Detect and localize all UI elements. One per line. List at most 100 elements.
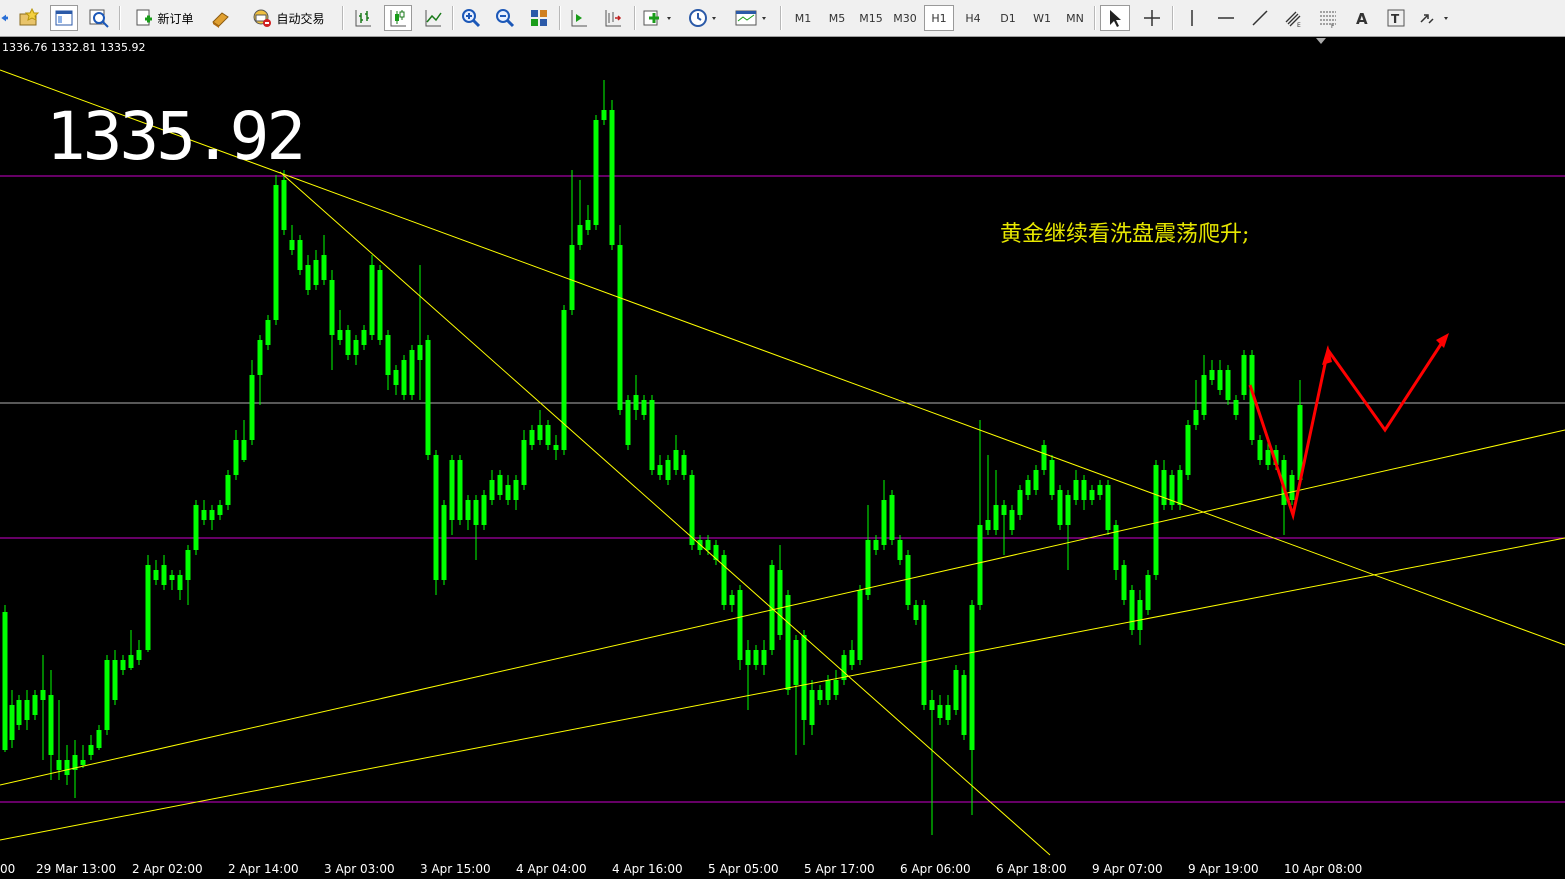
profiles-icon[interactable] [50, 5, 78, 31]
timeframe-m15-button[interactable]: M15 [856, 5, 886, 31]
new-order-button[interactable]: 新订单 [127, 5, 201, 31]
bear-candle [881, 500, 887, 545]
horizontal-line-icon[interactable] [1212, 5, 1240, 31]
fibonacci-icon[interactable]: F [1314, 5, 1342, 31]
bear-candle [289, 240, 295, 250]
bear-candle [649, 400, 655, 470]
bear-candle [88, 745, 94, 755]
trendline-icon[interactable] [1246, 5, 1274, 31]
zoom-chart-icon[interactable] [86, 5, 112, 31]
cursor-icon[interactable] [1100, 5, 1130, 31]
bear-candle [305, 265, 311, 290]
bear-candle [633, 395, 639, 410]
chart-shift-icon[interactable] [600, 5, 626, 31]
bear-candle [401, 360, 407, 395]
timeframe-h4-button[interactable]: H4 [958, 5, 988, 31]
tile-windows-icon[interactable] [526, 5, 552, 31]
bear-candle [809, 690, 815, 725]
zoom-in-icon[interactable] [458, 5, 484, 31]
bear-candle [833, 680, 839, 695]
forecast-arrowhead [1436, 333, 1449, 348]
back-arrow-icon[interactable] [0, 5, 12, 31]
bear-candle [48, 695, 54, 755]
timeframe-m5-button[interactable]: M5 [822, 5, 852, 31]
x-tick-label: 9 Apr 07:00 [1092, 862, 1163, 876]
bear-candle [241, 440, 247, 460]
bear-candle [801, 635, 807, 720]
bear-candle [425, 340, 431, 455]
bear-candle [1033, 470, 1039, 490]
bear-candle [529, 430, 535, 445]
x-tick-label: 2 Apr 02:00 [132, 862, 203, 876]
x-tick-label: 4 Apr 04:00 [516, 862, 587, 876]
bear-candle [1161, 470, 1167, 505]
bear-candle [601, 110, 607, 120]
text-label-icon[interactable]: T [1382, 5, 1410, 31]
bear-candle [953, 670, 959, 710]
x-tick-label: 29 Mar 13:00 [36, 862, 117, 876]
metaeditor-icon[interactable] [208, 5, 234, 31]
bear-candle [1017, 490, 1023, 515]
x-tick-label: 9 Apr 19:00 [1188, 862, 1259, 876]
bear-candle [457, 460, 463, 520]
bear-candle [385, 335, 391, 375]
timeframe-d1-button[interactable]: D1 [993, 5, 1023, 31]
timeframe-m30-button[interactable]: M30 [890, 5, 920, 31]
bear-candle [112, 660, 118, 700]
bear-candle [473, 500, 479, 525]
bear-candle [961, 675, 967, 735]
bear-candle [161, 565, 167, 585]
timeframe-m1-button[interactable]: M1 [788, 5, 818, 31]
favorites-icon[interactable] [16, 5, 42, 31]
zoom-out-icon[interactable] [492, 5, 518, 31]
bear-candle [993, 505, 999, 530]
x-tick-label: 10 Apr 08:00 [1284, 862, 1363, 876]
periods-icon[interactable] [684, 5, 724, 31]
timeframe-mn-button[interactable]: MN [1060, 5, 1090, 31]
bear-candle [721, 555, 727, 605]
bar-chart-icon[interactable] [350, 5, 376, 31]
bear-candle [329, 280, 335, 335]
bear-candle [481, 495, 487, 525]
bear-candle [128, 655, 134, 668]
new-order-icon [136, 9, 153, 26]
line-chart-icon[interactable] [420, 5, 446, 31]
bear-candle [1241, 355, 1247, 395]
timeframe-h1-button[interactable]: H1 [924, 5, 954, 31]
bear-candle [841, 655, 847, 680]
autoscroll-icon[interactable] [566, 5, 592, 31]
equidistant-channel-icon[interactable]: E [1280, 5, 1308, 31]
bear-candle [409, 350, 415, 395]
bear-candle [929, 700, 935, 710]
bear-candle [1289, 475, 1295, 500]
bear-candle [273, 185, 279, 320]
bear-candle [1217, 370, 1223, 390]
indicators-icon[interactable] [640, 5, 676, 31]
bear-candle [2, 612, 8, 750]
bear-candle [505, 485, 511, 500]
auto-trading-button[interactable]: 自动交易 [242, 5, 334, 31]
crosshair-icon[interactable] [1138, 5, 1166, 31]
bear-candle [689, 475, 695, 545]
bear-candle [513, 480, 519, 500]
bear-candle [1073, 480, 1079, 500]
bear-candle [120, 660, 126, 670]
text-icon[interactable]: A [1348, 5, 1376, 31]
bear-candle [56, 760, 62, 770]
svg-text:T: T [1391, 12, 1400, 26]
x-tick-label: 00 [0, 862, 16, 876]
templates-icon[interactable] [732, 5, 772, 31]
bear-candle [1041, 445, 1047, 470]
vertical-line-icon[interactable] [1178, 5, 1206, 31]
arrows-icon[interactable] [1416, 5, 1454, 31]
candlestick-icon[interactable] [384, 5, 412, 31]
timeframe-w1-button[interactable]: W1 [1027, 5, 1057, 31]
bear-candle [793, 640, 799, 685]
bear-candle [609, 110, 615, 245]
bear-candle [1081, 480, 1087, 500]
current-price-label: 1335.92 [46, 98, 306, 175]
bear-candle [777, 570, 783, 635]
bear-candle [737, 590, 743, 660]
bear-candle [1145, 575, 1151, 610]
svg-text:E: E [1297, 22, 1301, 28]
